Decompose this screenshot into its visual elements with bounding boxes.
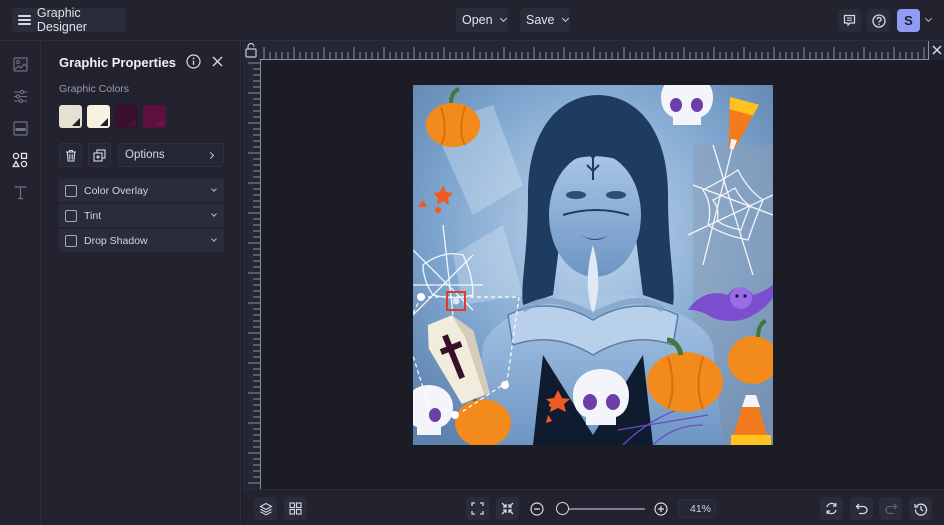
avatar[interactable]: S xyxy=(897,9,920,32)
rail-item-image[interactable] xyxy=(11,55,29,73)
tool-rail xyxy=(0,41,41,525)
rail-item-frames[interactable] xyxy=(11,119,29,137)
grid-icon xyxy=(289,502,302,515)
rail-item-graphics[interactable] xyxy=(11,151,29,169)
rotate-handle[interactable] xyxy=(452,297,460,305)
graphic-properties-panel: Graphic Properties Graphic Colors Option… xyxy=(41,41,241,525)
tint-checkbox[interactable] xyxy=(65,209,77,222)
zoom-slider-handle[interactable] xyxy=(556,502,569,515)
sliders-icon xyxy=(13,89,27,103)
resize-handle[interactable] xyxy=(501,381,509,389)
help-button[interactable] xyxy=(867,9,890,32)
close-icon[interactable] xyxy=(211,55,224,68)
shrink-to-fit-button[interactable] xyxy=(496,497,519,520)
top-bar: Graphic Designer Open Save S xyxy=(0,0,944,41)
layers-icon xyxy=(258,502,273,515)
shapes-icon xyxy=(12,152,28,168)
zoom-slider-track[interactable] xyxy=(561,508,645,510)
color-swatch-4[interactable] xyxy=(143,105,166,128)
drop-shadow-checkbox[interactable] xyxy=(65,234,77,247)
halloween-composition xyxy=(413,85,773,445)
layers-button[interactable] xyxy=(254,497,277,520)
grid-button[interactable] xyxy=(284,497,307,520)
color-swatch-2[interactable] xyxy=(87,105,110,128)
undo-icon xyxy=(855,503,868,515)
chevron-down-icon xyxy=(561,14,569,23)
reset-button[interactable] xyxy=(820,497,843,520)
color-swatch-3[interactable] xyxy=(115,105,138,128)
history-icon xyxy=(913,503,927,516)
accordion-label: Tint xyxy=(84,209,102,222)
app-title: Graphic Designer xyxy=(36,6,87,34)
horizontal-ruler[interactable] xyxy=(260,41,944,60)
duplicate-button[interactable] xyxy=(88,143,111,167)
options-button[interactable]: Options xyxy=(118,143,224,167)
accordion-label: Color Overlay xyxy=(84,184,149,197)
fit-to-screen-button[interactable] xyxy=(466,497,489,520)
save-label: Save xyxy=(526,13,555,27)
redo-button[interactable] xyxy=(879,497,902,520)
history-button[interactable] xyxy=(909,497,932,520)
open-label: Open xyxy=(462,13,493,27)
chevron-right-icon xyxy=(206,151,215,160)
feedback-button[interactable] xyxy=(838,9,861,32)
ruler-lock[interactable] xyxy=(242,41,260,60)
graphic-colors-label: Graphic Colors xyxy=(59,83,130,95)
save-button[interactable]: Save xyxy=(520,8,570,32)
rail-item-adjust[interactable] xyxy=(11,87,29,105)
duplicate-icon xyxy=(93,148,106,162)
compress-icon xyxy=(501,502,514,515)
accordion-tint[interactable]: Tint xyxy=(59,204,224,227)
chevron-down-icon xyxy=(211,211,217,217)
text-icon xyxy=(14,185,26,199)
image-icon xyxy=(12,56,28,72)
accordion-drop-shadow[interactable]: Drop Shadow xyxy=(59,229,224,252)
accordion-label: Drop Shadow xyxy=(84,234,148,247)
open-button[interactable]: Open xyxy=(456,8,508,32)
help-icon xyxy=(871,13,886,28)
delete-button[interactable] xyxy=(59,143,82,167)
layout-icon xyxy=(12,120,28,136)
expand-icon xyxy=(471,502,484,515)
close-icon xyxy=(932,45,942,55)
vertical-ruler[interactable] xyxy=(242,60,261,489)
chevron-down-icon[interactable] xyxy=(924,14,933,23)
zoom-out-icon[interactable] xyxy=(530,502,544,516)
redo-icon xyxy=(884,503,897,515)
trash-icon xyxy=(65,149,76,162)
refresh-icon xyxy=(826,502,837,515)
hide-rulers-button[interactable] xyxy=(928,41,944,60)
feedback-icon xyxy=(843,14,856,27)
artboard-image[interactable] xyxy=(413,85,773,445)
app-menu-button[interactable]: Graphic Designer xyxy=(12,6,126,34)
menu-icon xyxy=(18,15,31,25)
color-overlay-checkbox[interactable] xyxy=(65,184,77,197)
rail-item-text[interactable] xyxy=(11,183,29,201)
chevron-down-icon xyxy=(211,186,217,192)
options-label: Options xyxy=(125,149,165,161)
zoom-in-icon[interactable] xyxy=(654,502,668,516)
resize-handle[interactable] xyxy=(417,293,425,301)
panel-title: Graphic Properties xyxy=(59,55,177,70)
zoom-value: 41% xyxy=(689,502,711,515)
color-swatch-1[interactable] xyxy=(59,105,82,128)
unlock-icon xyxy=(245,42,257,58)
info-icon[interactable] xyxy=(186,54,201,69)
chevron-down-icon xyxy=(499,14,507,23)
canvas-workspace[interactable] xyxy=(242,41,944,489)
zoom-level-input[interactable]: 41% xyxy=(678,499,716,518)
chevron-down-icon xyxy=(211,236,217,242)
bottom-toolbar: 41% xyxy=(242,489,944,525)
avatar-initial: S xyxy=(904,13,913,28)
undo-button[interactable] xyxy=(850,497,873,520)
accordion-color-overlay[interactable]: Color Overlay xyxy=(59,179,224,202)
resize-handle[interactable] xyxy=(451,411,459,419)
